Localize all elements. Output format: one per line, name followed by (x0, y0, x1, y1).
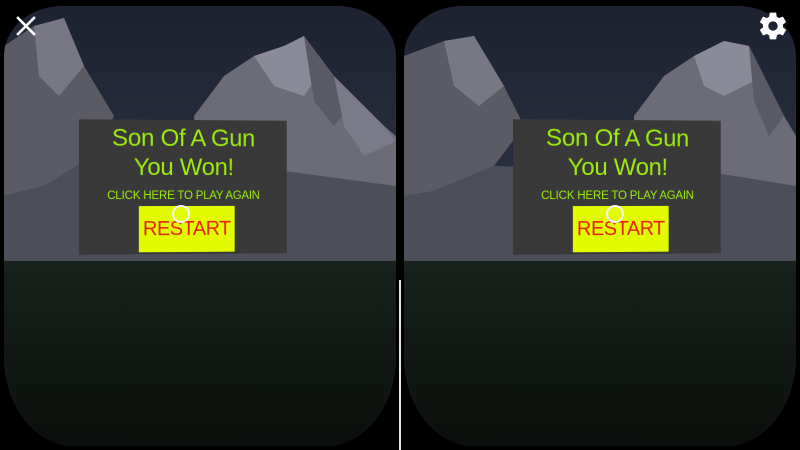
settings-button[interactable] (757, 10, 789, 42)
right-eye-view: Son Of A Gun You Won! CLICK HERE TO PLAY… (404, 6, 796, 446)
close-icon (16, 16, 36, 36)
gaze-reticle-left (172, 205, 190, 223)
game-over-panel: Son Of A Gun You Won! CLICK HERE TO PLAY… (512, 119, 721, 255)
game-over-panel: Son Of A Gun You Won! CLICK HERE TO PLAY… (78, 119, 287, 255)
left-eye-view: Son Of A Gun You Won! CLICK HERE TO PLAY… (4, 6, 396, 446)
ground (404, 261, 796, 446)
eye-divider (399, 280, 401, 450)
gear-icon (760, 12, 786, 40)
win-title: Son Of A Gun You Won! (545, 124, 689, 182)
close-button[interactable] (10, 10, 42, 42)
play-again-prompt[interactable]: CLICK HERE TO PLAY AGAIN (79, 190, 287, 202)
ground (4, 261, 396, 446)
gaze-reticle-right (606, 205, 624, 223)
win-title: Son Of A Gun You Won! (111, 124, 255, 182)
vr-viewport: Son Of A Gun You Won! CLICK HERE TO PLAY… (0, 0, 800, 450)
play-again-prompt[interactable]: CLICK HERE TO PLAY AGAIN (513, 190, 721, 202)
